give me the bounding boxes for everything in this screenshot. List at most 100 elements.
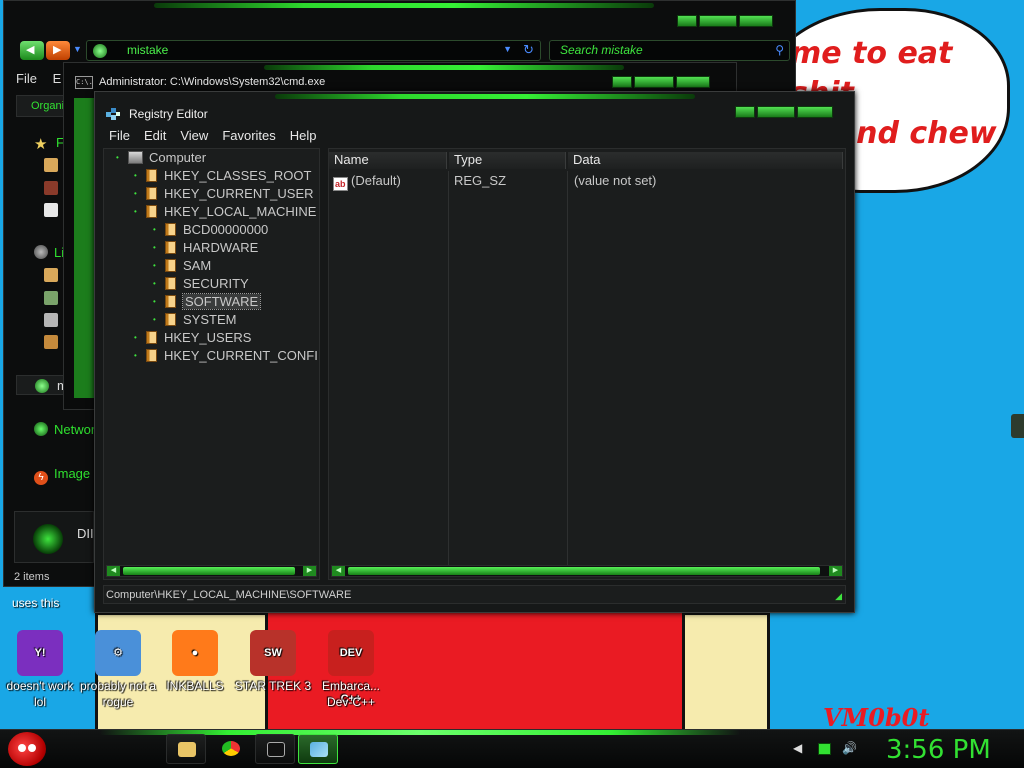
folder-icon — [165, 223, 176, 236]
cmd-console-area[interactable] — [74, 98, 94, 398]
sidebar-image[interactable]: ϟ Image — [34, 466, 90, 485]
tree-node[interactable]: • SAM — [153, 258, 211, 276]
sidebar-libraries[interactable]: Li — [34, 245, 64, 260]
close-button[interactable] — [797, 106, 833, 118]
resize-grip-icon[interactable]: ◢ — [835, 591, 842, 602]
app-icon-glyph: Y! — [34, 647, 46, 659]
address-dropdown-icon[interactable]: ▼ — [503, 44, 512, 54]
tree-node[interactable]: • Computer — [116, 150, 206, 168]
close-button[interactable] — [676, 76, 710, 88]
expand-toggle-icon[interactable]: • — [153, 279, 165, 288]
refresh-icon[interactable]: ↻ — [523, 42, 534, 58]
desktop-edge-icon[interactable] — [1011, 414, 1024, 438]
tree-node[interactable]: • HKEY_CURRENT_USER — [134, 186, 314, 204]
expand-toggle-icon[interactable]: • — [134, 333, 146, 342]
desktop-icon[interactable]: ⚙ probably not a rogue — [78, 630, 158, 710]
minimize-button[interactable] — [735, 106, 755, 118]
column-divider — [448, 171, 449, 576]
desktop-icon[interactable]: Y! doesn't work lol — [0, 630, 80, 710]
tree-node[interactable]: • SYSTEM — [153, 312, 236, 330]
window-controls[interactable] — [612, 76, 710, 88]
column-type[interactable]: Type — [449, 152, 566, 169]
tree-node[interactable]: • HKEY_LOCAL_MACHINE — [134, 204, 316, 222]
expand-toggle-icon[interactable]: • — [153, 261, 165, 270]
library-documents-icon[interactable] — [44, 268, 58, 282]
scroll-right-arrow[interactable]: ▶ — [303, 566, 316, 576]
menu-help[interactable]: Help — [290, 128, 323, 143]
explorer-task-button[interactable] — [166, 734, 206, 764]
window-controls[interactable] — [735, 106, 833, 118]
desktop-icon[interactable]: DEV C++ Embarca... Dev-C++ — [311, 630, 391, 710]
registry-tree[interactable]: • Computer • HKEY_CLASSES_ROOT • HKEY_CURRENT… — [103, 148, 320, 580]
sidebar-favorites[interactable]: ★ F — [34, 135, 64, 153]
scroll-left-arrow[interactable]: ◀ — [107, 566, 120, 576]
registry-values[interactable]: Name Type Data ab (Default) REG_SZ (value… — [328, 148, 846, 580]
folder-icon — [165, 241, 176, 254]
menu-edit[interactable]: E — [53, 71, 62, 86]
library-videos-icon[interactable] — [44, 335, 58, 349]
tree-node-label: HKEY_CURRENT_USER — [164, 186, 314, 201]
close-button[interactable] — [739, 15, 773, 27]
library-pictures-icon[interactable] — [44, 313, 58, 327]
menu-edit[interactable]: Edit — [144, 128, 172, 143]
forward-button[interactable] — [46, 41, 70, 60]
menu-view[interactable]: View — [180, 128, 214, 143]
expand-toggle-icon[interactable]: • — [134, 207, 146, 216]
search-icon[interactable]: ⚲ — [775, 43, 784, 57]
favorite-downloads-icon[interactable] — [44, 181, 58, 195]
expand-toggle-icon[interactable]: • — [153, 315, 165, 324]
column-data[interactable]: Data — [568, 152, 843, 169]
app-icon: SW — [250, 630, 296, 676]
back-button[interactable] — [20, 41, 44, 60]
start-button[interactable] — [8, 732, 46, 766]
scroll-thumb[interactable] — [123, 567, 295, 575]
regedit-task-button[interactable] — [298, 734, 338, 764]
favorite-recent-icon[interactable] — [44, 203, 58, 217]
expand-toggle-icon[interactable]: • — [153, 297, 165, 306]
show-hidden-icons[interactable]: ◀ — [793, 741, 802, 755]
cmd-task-button[interactable] — [255, 734, 295, 764]
scroll-thumb[interactable] — [348, 567, 820, 575]
expand-toggle-icon[interactable]: • — [153, 225, 165, 234]
favorite-desktop-icon[interactable] — [44, 158, 58, 172]
menu-favorites[interactable]: Favorites — [222, 128, 281, 143]
tree-hscrollbar[interactable]: ◀ ▶ — [106, 565, 317, 577]
registry-editor-window[interactable]: Registry Editor File Edit View Favorites… — [94, 91, 855, 613]
volume-icon[interactable]: 🔊 — [842, 741, 857, 755]
tree-node[interactable]: • SECURITY — [153, 276, 249, 294]
menu-file[interactable]: File — [109, 128, 136, 143]
expand-toggle-icon[interactable]: • — [116, 153, 128, 162]
address-bar[interactable]: mistake ▼ ↻ — [86, 40, 541, 61]
chrome-task-button[interactable] — [211, 734, 251, 764]
expand-toggle-icon[interactable]: • — [134, 351, 146, 360]
maximize-button[interactable] — [634, 76, 674, 88]
network-tray-icon[interactable] — [818, 743, 831, 755]
expand-toggle-icon[interactable]: • — [153, 243, 165, 252]
window-controls[interactable] — [677, 15, 773, 27]
recent-pages-icon[interactable]: ▼ — [73, 44, 82, 54]
search-input[interactable]: Search mistake ⚲ — [549, 40, 790, 61]
maximize-button[interactable] — [699, 15, 737, 27]
values-hscrollbar[interactable]: ◀ ▶ — [331, 565, 843, 577]
tree-node-label: SYSTEM — [183, 312, 237, 327]
menu-file[interactable]: File — [16, 71, 37, 86]
minimize-button[interactable] — [612, 76, 632, 88]
tree-node[interactable]: • HKEY_CLASSES_ROOT — [134, 168, 311, 186]
tree-node[interactable]: • HARDWARE — [153, 240, 258, 258]
clock[interactable]: 3:56 PM — [886, 735, 991, 765]
expand-toggle-icon[interactable]: • — [134, 189, 146, 198]
desktop-icon[interactable]: SW STAR TREK 3 — [233, 630, 313, 694]
tree-node[interactable]: • HKEY_USERS — [134, 330, 251, 348]
tree-node[interactable]: • SOFTWARE — [153, 293, 262, 312]
sidebar-network[interactable]: Networ — [34, 422, 95, 437]
scroll-right-arrow[interactable]: ▶ — [829, 566, 842, 576]
library-music-icon[interactable] — [44, 291, 58, 305]
maximize-button[interactable] — [757, 106, 795, 118]
column-name[interactable]: Name — [329, 152, 447, 169]
minimize-button[interactable] — [677, 15, 697, 27]
scroll-left-arrow[interactable]: ◀ — [332, 566, 345, 576]
tree-node[interactable]: • HKEY_CURRENT_CONFI — [134, 348, 318, 366]
desktop-icon[interactable]: ● INKBALLS — [155, 630, 235, 694]
tree-node[interactable]: • BCD00000000 — [153, 222, 268, 240]
expand-toggle-icon[interactable]: • — [134, 171, 146, 180]
